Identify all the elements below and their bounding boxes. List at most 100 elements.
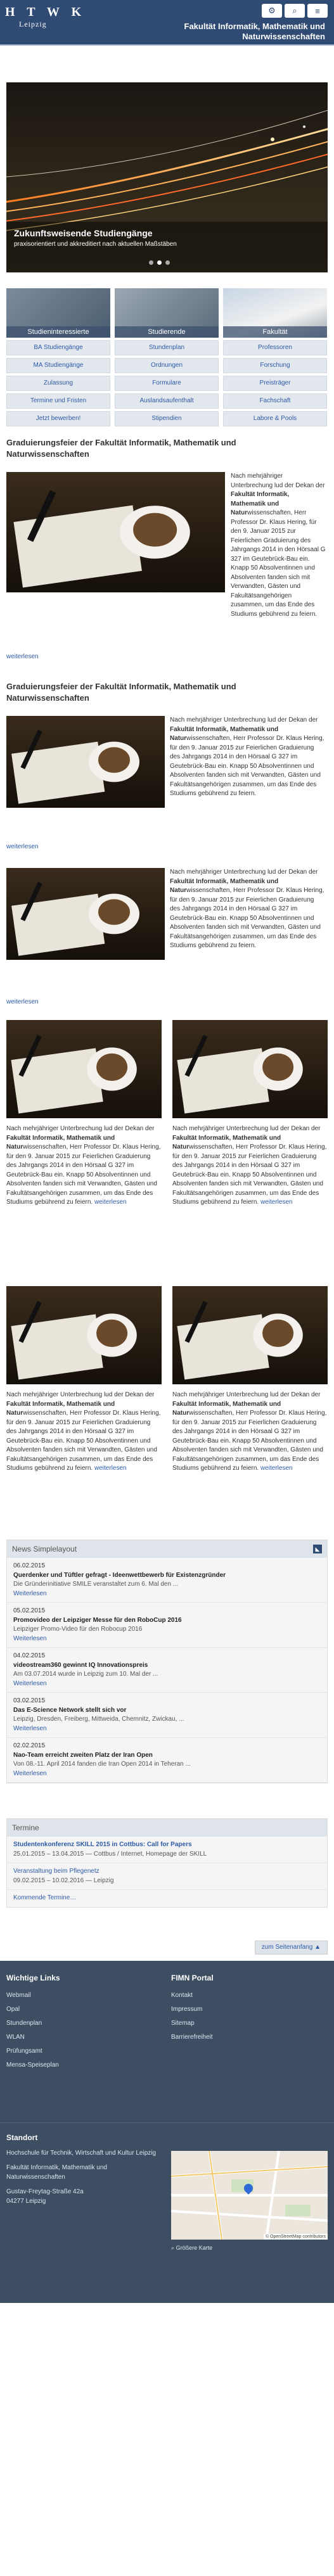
- header: H T W K Leipzig ⚙ ⌕ ≡ Fakultät Informati…: [0, 0, 334, 46]
- link-ba[interactable]: BA Studiengänge: [6, 340, 110, 355]
- news-text: Nach mehrjähriger Unterbrechung lud der …: [172, 1125, 328, 1208]
- larger-map-label: Größere Karte: [176, 2245, 213, 2251]
- link-preistraeger[interactable]: Preisträger: [223, 376, 327, 391]
- news-item-title[interactable]: Das E-Science Network stellt sich vor: [13, 1706, 321, 1716]
- footer-link-barrierefreiheit[interactable]: Barrierefreiheit: [171, 2031, 323, 2044]
- read-more-link[interactable]: Weiterlesen: [13, 1680, 47, 1687]
- hero-subtitle: praxisorientiert und akkreditiert nach a…: [14, 241, 177, 248]
- link-ma[interactable]: MA Studiengänge: [6, 358, 110, 373]
- logo-city: Leipzig: [19, 20, 47, 29]
- text: Nach mehrjähriger Unterbrechung lud der …: [231, 473, 325, 489]
- termin-item[interactable]: Veranstaltung beim Pflegenetz 09.02.2015 …: [7, 1863, 327, 1890]
- termin-title[interactable]: Studentenkonferenz SKILL 2015 in Cottbus…: [13, 1840, 321, 1850]
- news-date: 04.02.2015: [13, 1652, 46, 1659]
- text: Nach mehrjähriger Unterbrechung lud der …: [6, 1125, 155, 1132]
- column-fakultaet: Fakultät Professoren Forschung Preisträg…: [223, 288, 327, 426]
- text: wissenschaften, Herr Professor Dr. Klaus…: [6, 1144, 161, 1206]
- larger-map-link[interactable]: ⌕ Größere Karte: [171, 2245, 212, 2252]
- link-zulassung[interactable]: Zulassung: [6, 376, 110, 391]
- graduation-image: [6, 868, 165, 960]
- link-stipendien[interactable]: Stipendien: [115, 411, 219, 426]
- scroll-top-button[interactable]: zum Seitenanfang ▲: [254, 1941, 328, 1954]
- footer-link-wlan[interactable]: WLAN: [6, 2031, 158, 2044]
- text: wissenschaften, Herr Professor Dr. Klaus…: [170, 887, 324, 949]
- termine-heading: Termine: [7, 1819, 327, 1837]
- news-item[interactable]: 05.02.2015 Promovideo der Leipziger Messe…: [7, 1603, 327, 1648]
- htwk-logo[interactable]: H T W K Leipzig: [5, 5, 86, 29]
- news-item-text: Von 08.-11. April 2014 fanden die Iran O…: [13, 1761, 191, 1768]
- rss-icon[interactable]: ◣: [313, 1545, 322, 1553]
- hero-slider[interactable]: Zukunftsweisende Studiengänge praxisorie…: [6, 82, 328, 272]
- graduation-image: [6, 1286, 162, 1384]
- link-termine[interactable]: Termine und Fristen: [6, 393, 110, 409]
- footer-link-pruefungsamt[interactable]: Prüfungsamt: [6, 2044, 158, 2058]
- news-item-title[interactable]: videostream360 gewinnt IQ Innovationspre…: [13, 1661, 321, 1671]
- graduation-image: [6, 1020, 162, 1118]
- news-text: Nach mehrjähriger Unterbrechung lud der …: [231, 472, 326, 619]
- news-text: Nach mehrjähriger Unterbrechung lud der …: [6, 1125, 162, 1208]
- address-line: 04277 Leipzig: [6, 2198, 46, 2205]
- read-more-link[interactable]: weiterlesen: [6, 653, 328, 662]
- link-ausland[interactable]: Auslandsaufenthalt: [115, 393, 219, 409]
- read-more-link[interactable]: weiterlesen: [260, 1465, 293, 1472]
- address-line: Fakultät Informatik, Mathematik und Natu…: [6, 2164, 107, 2181]
- termin-item[interactable]: Studentenkonferenz SKILL 2015 in Cottbus…: [7, 1837, 327, 1863]
- slider-dot[interactable]: [165, 260, 170, 265]
- footer-link-opal[interactable]: Opal: [6, 2003, 158, 2017]
- news-item[interactable]: 03.02.2015 Das E-Science Network stellt s…: [7, 1693, 327, 1738]
- link-ordnungen[interactable]: Ordnungen: [115, 358, 219, 373]
- read-more-link[interactable]: weiterlesen: [94, 1465, 127, 1472]
- read-more-link[interactable]: Weiterlesen: [13, 1635, 47, 1642]
- slider-dot[interactable]: [157, 260, 162, 265]
- search-icon: ⌕: [171, 2245, 175, 2251]
- link-fachschaft[interactable]: Fachschaft: [223, 393, 327, 409]
- termin-title[interactable]: Veranstaltung beim Pflegenetz: [13, 1867, 321, 1877]
- footer-link-kontakt[interactable]: Kontakt: [171, 1989, 323, 2003]
- footer-link-mensa[interactable]: Mensa-Speiseplan: [6, 2058, 158, 2072]
- link-labore[interactable]: Labore & Pools: [223, 411, 327, 426]
- column-image: Studieninteressierte: [6, 288, 110, 338]
- news-item[interactable]: 04.02.2015 videostream360 gewinnt IQ Inno…: [7, 1648, 327, 1693]
- gear-icon[interactable]: ⚙: [262, 4, 282, 18]
- read-more-link[interactable]: weiterlesen: [94, 1199, 127, 1206]
- link-formulare[interactable]: Formulare: [115, 376, 219, 391]
- read-more-link[interactable]: Weiterlesen: [13, 1770, 47, 1777]
- text: wissenschaften, Herr Professor Dr. Klaus…: [6, 1410, 161, 1472]
- slider-dot[interactable]: [149, 260, 153, 265]
- news-title: Graduierungsfeier der Fakultät Informati…: [6, 438, 236, 459]
- read-more-link[interactable]: weiterlesen: [6, 843, 328, 852]
- footer-link-sitemap[interactable]: Sitemap: [171, 2017, 323, 2031]
- link-professoren[interactable]: Professoren: [223, 340, 327, 355]
- read-more-link[interactable]: Weiterlesen: [13, 1725, 47, 1732]
- footer-link-webmail[interactable]: Webmail: [6, 1989, 158, 2003]
- text: wissenschaften, Herr Professor Dr. Klaus…: [172, 1410, 327, 1472]
- logo-letters: H T W K: [5, 5, 86, 19]
- search-icon[interactable]: ⌕: [285, 4, 305, 18]
- column-studieninteressierte: Studieninteressierte BA Studiengänge MA …: [6, 288, 110, 426]
- menu-icon[interactable]: ≡: [307, 4, 328, 18]
- footer-link-impressum[interactable]: Impressum: [171, 2003, 323, 2017]
- news-item-text: Leipzig, Dresden, Freiberg, Mittweida, C…: [13, 1716, 184, 1723]
- news-text: Nach mehrjähriger Unterbrechung lud der …: [170, 868, 326, 951]
- news-item-title[interactable]: Nao-Team erreicht zweiten Platz der Iran…: [13, 1751, 321, 1761]
- location-map[interactable]: © OpenStreetMap contributors: [171, 2151, 328, 2240]
- news-item-title[interactable]: Promovideo der Leipziger Messe für den R…: [13, 1616, 321, 1626]
- link-bewerben[interactable]: Jetzt bewerben!: [6, 411, 110, 426]
- read-more-link[interactable]: weiterlesen: [6, 998, 328, 1007]
- news-date: 05.02.2015: [13, 1607, 46, 1614]
- news-item[interactable]: 02.02.2015 Nao-Team erreicht zweiten Plat…: [7, 1738, 327, 1783]
- read-more-link[interactable]: Weiterlesen: [13, 1590, 47, 1597]
- hero-title: Zukunftsweisende Studiengänge: [14, 228, 153, 238]
- footer-links: Wichtige Links Webmail Opal Stundenplan …: [6, 1973, 158, 2072]
- news-item-title[interactable]: Querdenker und Tüftler gefragt - Ideenwe…: [13, 1571, 321, 1581]
- link-stundenplan[interactable]: Stundenplan: [115, 340, 219, 355]
- more-termine-link[interactable]: Kommende Termine…: [13, 1894, 76, 1901]
- column-label: Studieninteressierte: [6, 326, 110, 338]
- news-item[interactable]: 06.02.2015 Querdenker und Tüftler gefragt…: [7, 1558, 327, 1603]
- footer-link-stundenplan[interactable]: Stundenplan: [6, 2017, 158, 2031]
- column-image: Studierende: [115, 288, 219, 338]
- quick-links: Studieninteressierte BA Studiengänge MA …: [6, 288, 328, 426]
- link-forschung[interactable]: Forschung: [223, 358, 327, 373]
- read-more-link[interactable]: weiterlesen: [260, 1199, 293, 1206]
- news-date: 06.02.2015: [13, 1562, 46, 1569]
